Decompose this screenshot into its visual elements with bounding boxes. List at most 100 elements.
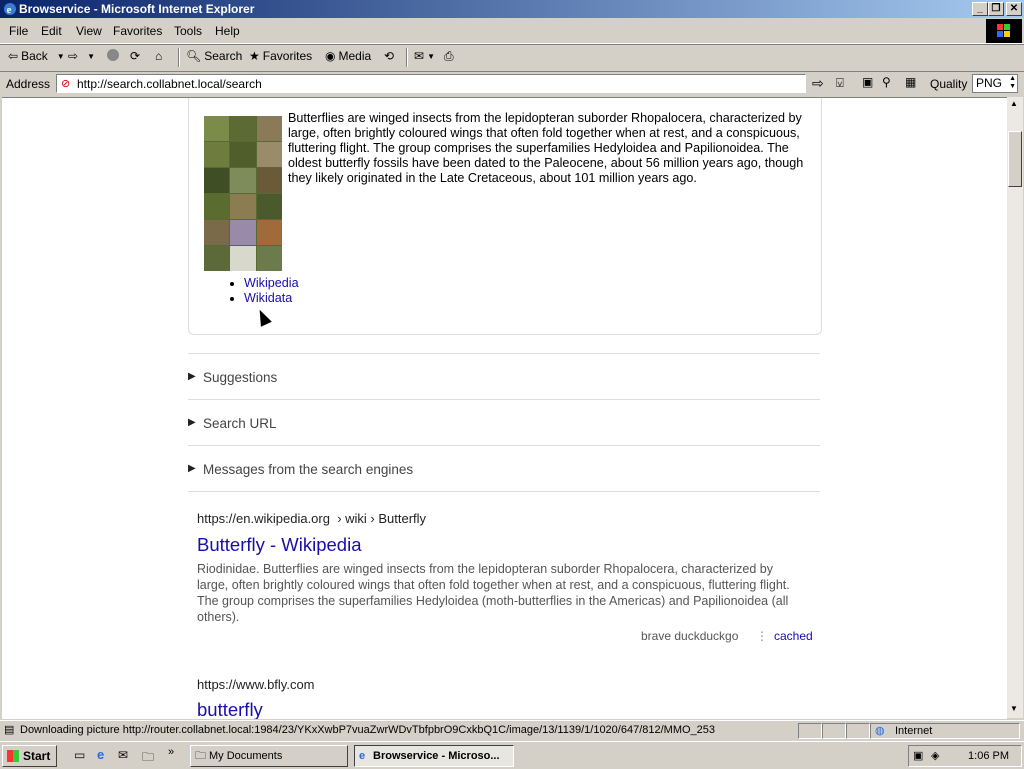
scroll-thumb[interactable] xyxy=(1008,131,1022,187)
explorer-quicklaunch-icon[interactable]: 🗀 xyxy=(142,748,154,769)
chevron-right-icon[interactable]: » xyxy=(168,746,174,758)
security-icon[interactable]: ◈ xyxy=(931,749,939,762)
close-button[interactable]: ✕ xyxy=(1006,2,1022,16)
status-pane xyxy=(798,723,822,739)
suggestions-toggle[interactable]: ▶ Suggestions xyxy=(188,353,820,400)
wikipedia-link[interactable]: Wikipedia xyxy=(244,276,299,290)
media-icon: ◉ xyxy=(325,49,336,63)
toolbar-divider xyxy=(406,48,408,67)
stop-icon xyxy=(107,49,119,61)
history-icon: ⟲ xyxy=(384,49,395,63)
zoom-out-icon[interactable]: ▣ xyxy=(862,75,873,89)
ie-quicklaunch-icon[interactable]: e xyxy=(97,747,104,762)
page-icon: ⊘ xyxy=(61,78,71,90)
ie-logo-icon: e xyxy=(4,3,16,16)
windows-logo-icon xyxy=(986,19,1022,43)
network-icon[interactable]: ▣ xyxy=(913,749,923,762)
ie-icon: e xyxy=(359,750,366,762)
toolbar-divider xyxy=(178,48,180,67)
triangle-right-icon: ▶ xyxy=(188,417,196,428)
forward-button[interactable]: ⇨ ▼ xyxy=(68,49,95,63)
taskbar: Start ▭ e ✉ 🗀 » 🗀 My Documents e Browser… xyxy=(0,741,1024,769)
menu-tools[interactable]: Tools xyxy=(174,24,202,38)
favorites-icon: ★ xyxy=(249,49,260,63)
mail-icon: ✉ xyxy=(414,49,425,63)
page-status-icon: ▤ xyxy=(4,724,15,736)
address-url: http://search.collabnet.local/search xyxy=(77,77,262,91)
task-browservice[interactable]: e Browservice - Microso... xyxy=(354,745,514,767)
quality-select[interactable]: PNG ▲ ▼ xyxy=(972,74,1018,93)
cached-link[interactable]: cached xyxy=(774,629,813,643)
more-options-icon[interactable]: ⋮ xyxy=(756,629,768,643)
menu-bar: File Edit View Favorites Tools Help xyxy=(0,19,1024,44)
go-arrow-icon[interactable]: ⇨ xyxy=(812,75,824,92)
menu-favorites[interactable]: Favorites xyxy=(113,24,162,38)
list-item: Wikidata xyxy=(244,291,299,306)
wikidata-link[interactable]: Wikidata xyxy=(244,291,292,305)
start-button[interactable]: Start xyxy=(2,745,57,767)
folder-icon: 🗀 xyxy=(195,750,206,762)
stop-button[interactable] xyxy=(107,49,119,61)
svg-text:e: e xyxy=(7,4,12,16)
show-desktop-icon[interactable]: ▭ xyxy=(74,748,85,762)
triangle-right-icon: ▶ xyxy=(188,371,196,382)
history-button[interactable]: ⟲ xyxy=(384,49,394,63)
system-tray: ▣ ◈ 1:06 PM xyxy=(908,745,1022,767)
forward-arrow-icon: ⇨ xyxy=(68,49,79,63)
title-bar[interactable]: e Browservice - Microsoft Internet Explo… xyxy=(0,0,1024,18)
scroll-up-icon[interactable]: ▲ xyxy=(1010,99,1018,108)
home-icon: ⌂ xyxy=(155,49,163,63)
refresh-icon: ⟳ xyxy=(130,49,141,63)
infobox: Butterflies are winged insects from the … xyxy=(188,98,822,335)
chevron-down-icon: ▼ xyxy=(87,51,95,61)
back-arrow-icon: ⇦ xyxy=(8,49,19,63)
print-button[interactable]: ⎙ xyxy=(444,49,454,64)
menu-view[interactable]: View xyxy=(76,24,102,38)
window-title: Browservice - Microsoft Internet Explore… xyxy=(19,2,255,16)
scroll-down-icon[interactable]: ▼ xyxy=(1010,704,1018,713)
triangle-right-icon: ▶ xyxy=(188,463,196,474)
clipboard-icon[interactable]: ▦ xyxy=(905,75,916,89)
engine-messages-toggle[interactable]: ▶ Messages from the search engines xyxy=(188,445,820,492)
status-pane xyxy=(846,723,870,739)
mail-button[interactable]: ✉ ▼ xyxy=(414,49,435,63)
result-breadcrumb: › wiki › Butterfly xyxy=(337,511,427,526)
page-viewport[interactable]: Butterflies are winged insects from the … xyxy=(2,97,1007,719)
address-input[interactable]: ⊘ http://search.collabnet.local/search xyxy=(56,74,806,93)
result-title-link[interactable]: butterfly xyxy=(197,699,263,719)
search-url-toggle[interactable]: ▶ Search URL xyxy=(188,399,820,446)
menu-file[interactable]: File xyxy=(9,24,28,38)
address-bar: Address ⊘ http://search.collabnet.local/… xyxy=(0,71,1024,97)
address-label: Address xyxy=(6,77,51,91)
search-button[interactable]: 🔍︎ Search xyxy=(186,49,242,63)
status-text: Downloading picture http://router.collab… xyxy=(20,724,716,736)
result-snippet: Riodinidae. Butterflies are winged insec… xyxy=(197,562,790,624)
restore-button[interactable]: ❐ xyxy=(988,2,1004,16)
home-button[interactable]: ⌂ xyxy=(155,49,162,63)
infobox-links: Wikipedia Wikidata xyxy=(229,276,299,306)
back-button[interactable]: ⇦ Back ▼ xyxy=(8,49,65,63)
bookmark-icon[interactable]: ⍌ xyxy=(836,75,844,91)
result-url: https://www.bfly.com xyxy=(197,677,315,692)
favorites-button[interactable]: ★ Favorites xyxy=(249,49,312,63)
result-title-link[interactable]: Butterfly - Wikipedia xyxy=(197,534,362,556)
status-bar: ▤ Downloading picture http://router.coll… xyxy=(0,720,1024,741)
chevron-down-icon: ▼ xyxy=(56,51,65,61)
vertical-scrollbar[interactable]: ▲ ▼ xyxy=(1007,97,1023,718)
menu-edit[interactable]: Edit xyxy=(41,24,62,38)
refresh-button[interactable]: ⟳ xyxy=(130,49,140,63)
toolbar: ⇦ Back ▼ ⇨ ▼ ⟳ ⌂ 🔍︎ Search ★ Favorites ◉ Media… xyxy=(0,44,1024,72)
butterfly-thumbnail-image[interactable] xyxy=(204,116,282,271)
result-engines: brave duckduckgo xyxy=(641,629,739,643)
find-icon[interactable]: ⚲ xyxy=(882,75,891,89)
menu-help[interactable]: Help xyxy=(215,24,240,38)
task-my-documents[interactable]: 🗀 My Documents xyxy=(190,745,348,767)
media-button[interactable]: ◉ Media xyxy=(325,49,371,63)
windows-flag-icon xyxy=(7,750,19,762)
globe-icon: ◍ xyxy=(875,725,885,737)
clock[interactable]: 1:06 PM xyxy=(968,750,1009,762)
spinner-icon: ▲ ▼ xyxy=(1009,75,1016,90)
chevron-down-icon: ▼ xyxy=(427,51,435,61)
minimize-button[interactable]: _ xyxy=(972,2,988,16)
outlook-quicklaunch-icon[interactable]: ✉ xyxy=(118,748,128,762)
